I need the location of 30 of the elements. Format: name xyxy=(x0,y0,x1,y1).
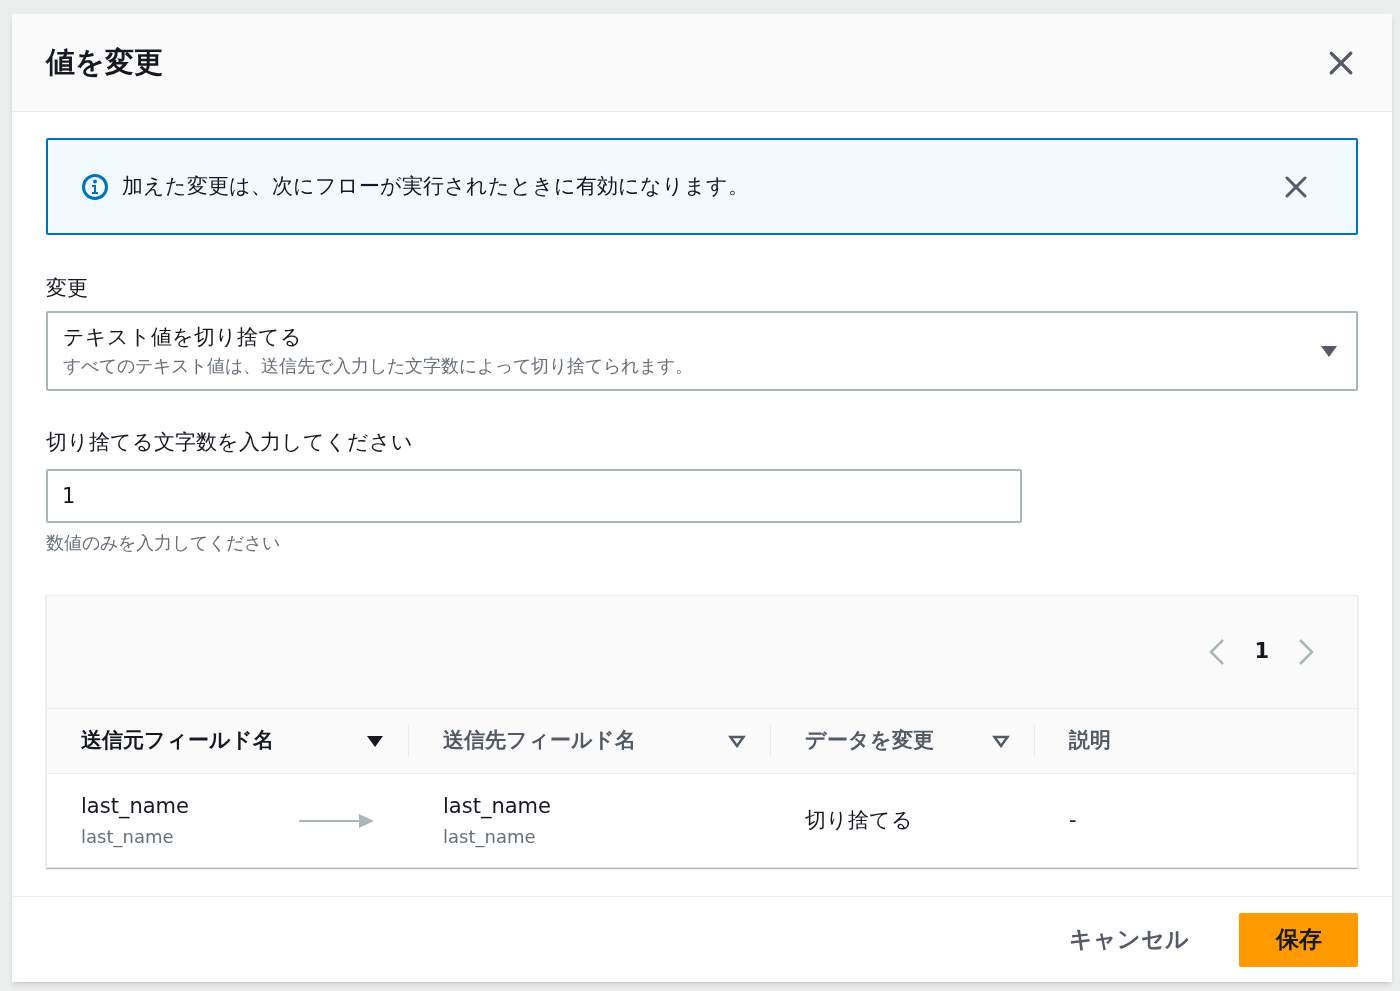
table-cell-text: last_name xyxy=(443,793,552,821)
dialog-title: 値を変更 xyxy=(46,43,163,81)
right-arrow-icon xyxy=(299,812,375,829)
cancel-button[interactable]: キャンセル xyxy=(1069,922,1189,957)
field-label: 変更 xyxy=(46,275,89,302)
close-icon[interactable] xyxy=(1284,174,1308,199)
sort-triangle-icon[interactable] xyxy=(728,734,746,748)
table-cell: 切り捨てる xyxy=(805,807,913,832)
info-icon xyxy=(81,172,109,201)
table-cell-subtext: last_name xyxy=(443,824,537,850)
column-header[interactable]: 送信元フィールド名 xyxy=(81,725,274,757)
alert-message: 加えた変更は、次にフローが実行されたときに有効になります。 xyxy=(122,172,750,200)
table-cell-text: last_name xyxy=(81,793,189,821)
table-cell-subtext: last_name xyxy=(81,824,175,850)
column-header[interactable]: 送信先フィールド名 xyxy=(443,725,636,757)
save-button[interactable]: 保存 xyxy=(1239,912,1358,967)
sort-triangle-icon[interactable] xyxy=(366,734,384,748)
close-icon[interactable] xyxy=(1328,49,1354,76)
column-header: 説明 xyxy=(1069,727,1111,755)
option-description: すべてのテキスト値は、送信先で入力した文字数によって切り捨てられます。 xyxy=(63,354,693,378)
page-number[interactable]: 1 xyxy=(1254,636,1269,668)
selected-option: テキスト値を切り捨てる xyxy=(63,322,693,352)
select-field[interactable]: テキスト値を切り捨てる すべてのテキスト値は、送信先で入力した文字数によって切り捨てられます。 xyxy=(46,311,1358,391)
field-hint: 数値のみを入力してください xyxy=(46,531,281,555)
input-field[interactable]: 1 xyxy=(46,469,1022,523)
sort-triangle-icon[interactable] xyxy=(992,734,1010,748)
column-header[interactable]: データを変更 xyxy=(805,725,934,757)
field-label: 切り捨てる文字数を入力してください xyxy=(46,429,414,456)
dropdown-caret-icon xyxy=(1320,344,1338,358)
table-cell: - xyxy=(1069,807,1077,832)
